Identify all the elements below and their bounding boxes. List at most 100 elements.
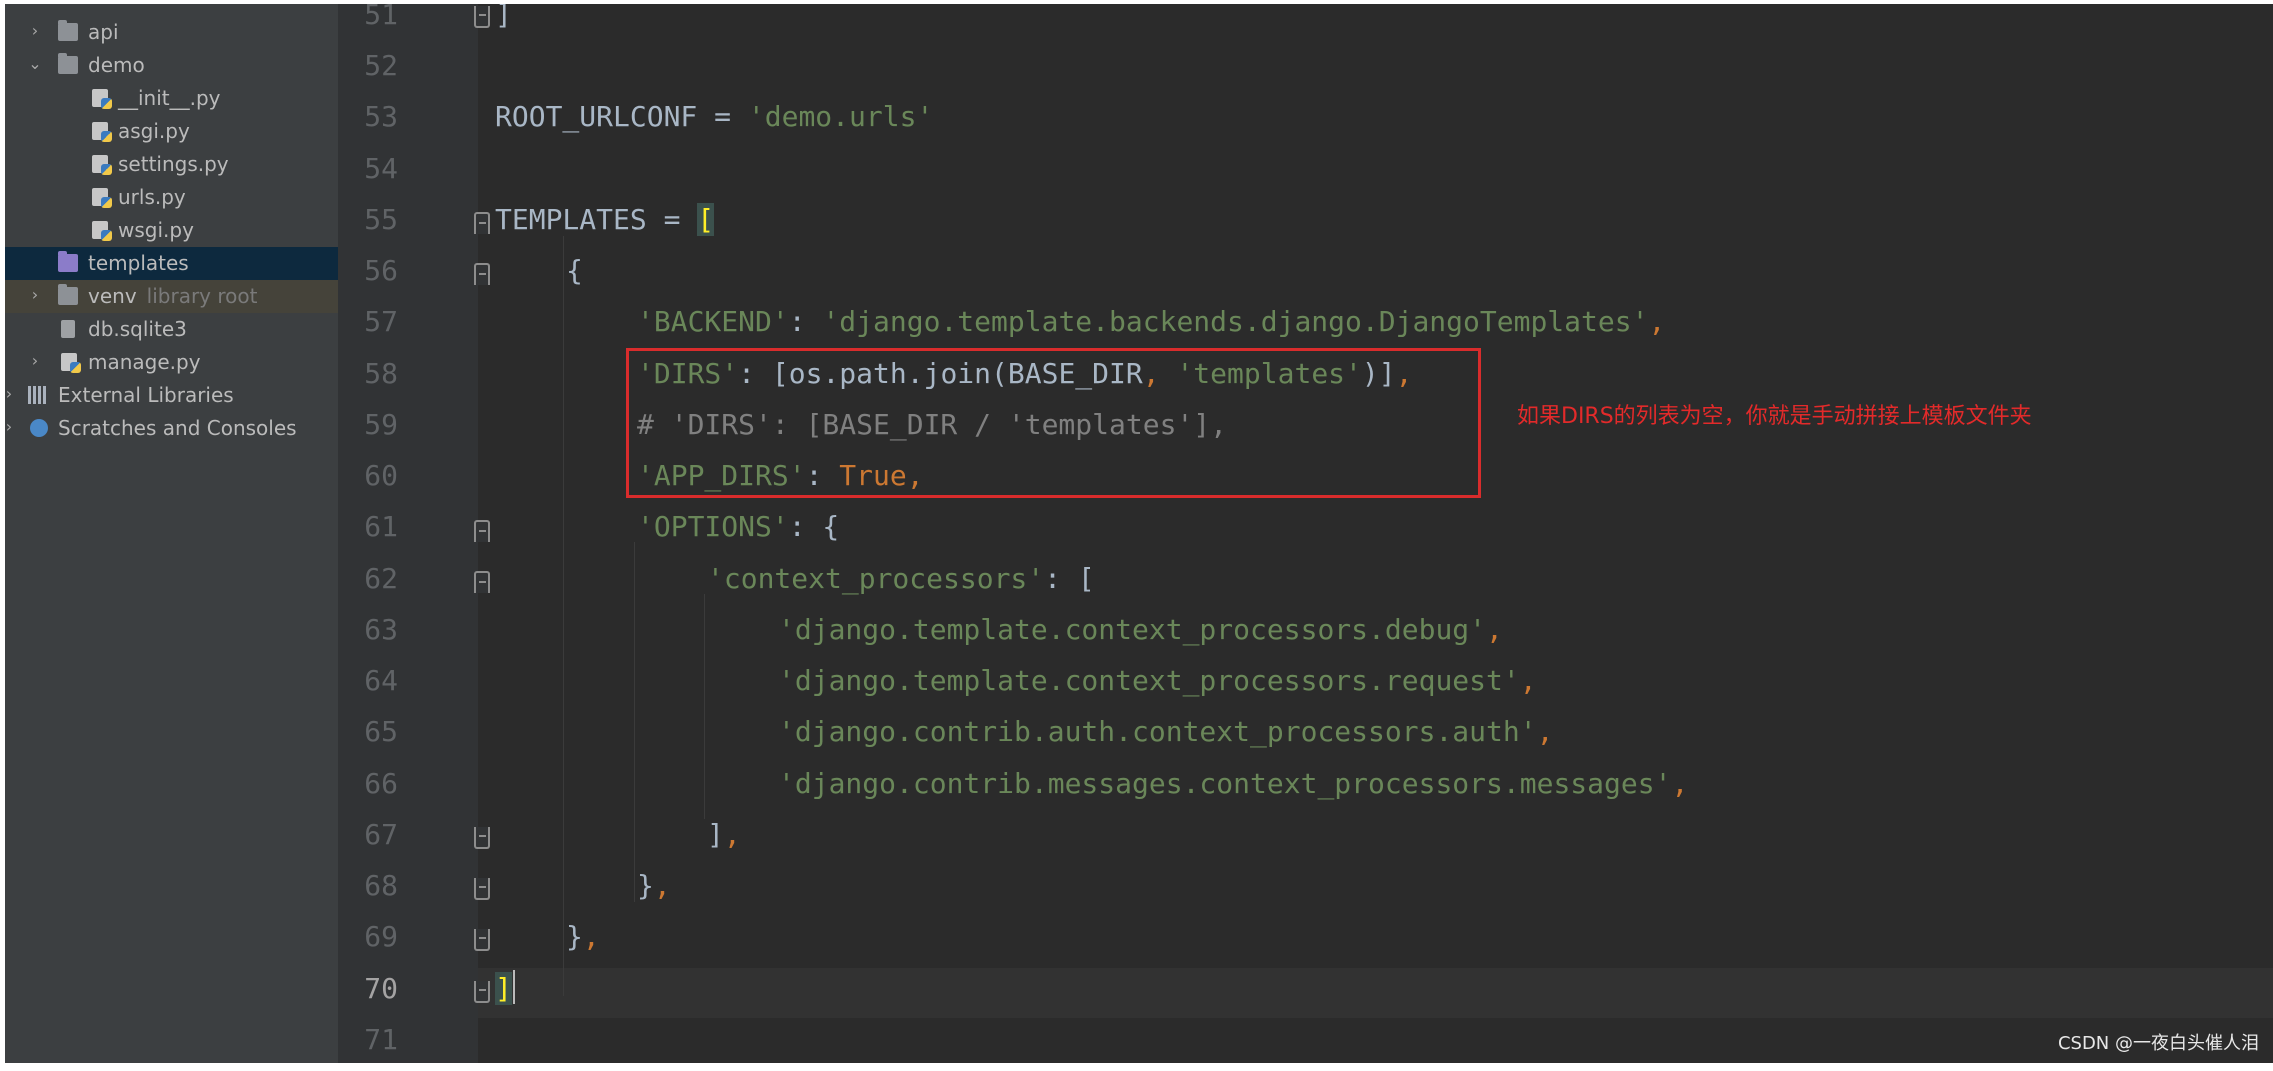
comma: , bbox=[1536, 715, 1554, 748]
code-line-53[interactable]: ROOT_URLCONF = 'demo.urls' bbox=[495, 97, 933, 137]
line-number: 57 bbox=[364, 305, 398, 338]
tree-item-label: urls.py bbox=[118, 185, 186, 209]
tree-item-wsgi-py[interactable]: wsgi.py bbox=[5, 214, 338, 247]
line-number: 69 bbox=[364, 920, 398, 953]
code-line-55[interactable]: TEMPLATES = [ bbox=[495, 200, 715, 240]
chevron-right-icon[interactable]: › bbox=[25, 20, 45, 42]
tree-item-api[interactable]: › api bbox=[5, 16, 338, 49]
tree-item-urls-py[interactable]: urls.py bbox=[5, 181, 338, 214]
tree-item-demo[interactable]: ⌄ demo bbox=[5, 49, 338, 82]
tree-item-db-sqlite3[interactable]: db.sqlite3 bbox=[5, 313, 338, 346]
tree-item-settings-py[interactable]: settings.py bbox=[5, 148, 338, 181]
code-line-66[interactable]: 'django.contrib.messages.context_process… bbox=[778, 764, 1688, 804]
project-tree-panel[interactable]: › api ⌄ demo __init__.py asgi.py setting… bbox=[5, 4, 338, 1063]
comma: , bbox=[653, 869, 671, 902]
code-line-64[interactable]: 'django.template.context_processors.requ… bbox=[778, 661, 1537, 701]
chevron-right-icon[interactable]: › bbox=[5, 416, 19, 438]
indent-guide bbox=[563, 236, 564, 996]
code-line-51[interactable]: ] bbox=[495, 4, 512, 35]
code-line-68[interactable]: }, bbox=[637, 866, 671, 906]
line-number: 67 bbox=[364, 818, 398, 851]
tree-item-asgi-py[interactable]: asgi.py bbox=[5, 115, 338, 148]
fold-marker-icon[interactable] bbox=[474, 520, 490, 542]
tree-item-scratches[interactable]: › Scratches and Consoles bbox=[5, 412, 338, 445]
code-line-62[interactable]: 'context_processors': [ bbox=[707, 559, 1095, 599]
indent-guide bbox=[704, 594, 705, 819]
tree-item-label: settings.py bbox=[118, 152, 229, 176]
tree-item-label: api bbox=[88, 20, 119, 44]
folder-icon bbox=[58, 53, 78, 74]
line-number: 64 bbox=[364, 664, 398, 697]
string-literal: 'django.contrib.auth.context_processors.… bbox=[778, 715, 1537, 748]
comma: , bbox=[723, 818, 741, 851]
line-number: 58 bbox=[364, 357, 398, 390]
matched-bracket: [ bbox=[697, 203, 715, 236]
venv-label: venv bbox=[88, 284, 137, 308]
text-caret bbox=[512, 970, 515, 1004]
code-line-56[interactable]: { bbox=[566, 251, 583, 291]
tree-item-init-py[interactable]: __init__.py bbox=[5, 82, 338, 115]
tree-item-templates[interactable]: templates bbox=[5, 247, 338, 280]
watermark: CSDN @一夜白头催人泪 bbox=[2057, 1033, 2259, 1054]
scratches-icon bbox=[30, 419, 48, 437]
comma: , bbox=[582, 920, 600, 953]
line-number: 63 bbox=[364, 613, 398, 646]
variable-name: ROOT_URLCONF = bbox=[495, 100, 748, 133]
code-line-57[interactable]: 'BACKEND': 'django.template.backends.dja… bbox=[637, 302, 1665, 342]
comma: , bbox=[1671, 767, 1689, 800]
python-file-icon bbox=[92, 89, 112, 109]
fold-marker-icon[interactable] bbox=[474, 827, 490, 849]
fold-marker-icon[interactable] bbox=[474, 212, 490, 234]
code-line-70[interactable]: ] bbox=[495, 969, 515, 1009]
string-literal: 'django.template.backends.django.DjangoT… bbox=[822, 305, 1649, 338]
line-number-gutter[interactable]: 51 52 53 54 55 56 57 58 59 60 61 62 63 6… bbox=[338, 4, 478, 1063]
tree-item-external-libraries[interactable]: › External Libraries bbox=[5, 379, 338, 412]
code-line-61[interactable]: 'OPTIONS': { bbox=[637, 507, 839, 547]
line-number: 68 bbox=[364, 869, 398, 902]
fold-marker-icon[interactable] bbox=[474, 571, 490, 593]
current-line-highlight bbox=[478, 968, 2273, 1018]
string-literal: 'django.template.context_processors.debu… bbox=[778, 613, 1487, 646]
fold-marker-icon[interactable] bbox=[474, 263, 490, 285]
code-line-67[interactable]: ], bbox=[707, 815, 741, 855]
close-brace: } bbox=[566, 920, 583, 953]
colon-brace: : { bbox=[788, 510, 840, 543]
chevron-right-icon[interactable]: › bbox=[25, 350, 45, 372]
string-literal: 'django.contrib.messages.context_process… bbox=[778, 767, 1672, 800]
line-number: 66 bbox=[364, 767, 398, 800]
chevron-right-icon[interactable]: › bbox=[5, 383, 19, 405]
dict-key: 'BACKEND' bbox=[637, 305, 789, 338]
variable-name: TEMPLATES = bbox=[495, 203, 698, 236]
line-number: 59 bbox=[364, 408, 398, 441]
python-file-icon bbox=[92, 221, 112, 241]
fold-marker-icon[interactable] bbox=[474, 929, 490, 951]
close-bracket: ] bbox=[707, 818, 724, 851]
folder-icon bbox=[58, 284, 78, 305]
fold-marker-icon[interactable] bbox=[474, 6, 490, 28]
comma: , bbox=[1648, 305, 1666, 338]
tree-item-label: __init__.py bbox=[118, 86, 221, 110]
chevron-down-icon[interactable]: ⌄ bbox=[25, 53, 45, 75]
code-editor[interactable]: 51 52 53 54 55 56 57 58 59 60 61 62 63 6… bbox=[338, 4, 2273, 1063]
dict-key: 'context_processors' bbox=[707, 562, 1045, 595]
code-line-69[interactable]: }, bbox=[566, 917, 600, 957]
library-icon bbox=[28, 386, 48, 404]
fold-marker-icon[interactable] bbox=[474, 981, 490, 1003]
open-brace: { bbox=[566, 254, 583, 287]
line-number: 71 bbox=[364, 1023, 398, 1056]
tree-item-label: asgi.py bbox=[118, 119, 190, 143]
fold-marker-icon[interactable] bbox=[474, 878, 490, 900]
comma: , bbox=[1486, 613, 1503, 646]
line-number: 65 bbox=[364, 715, 398, 748]
tree-item-label: External Libraries bbox=[58, 383, 234, 407]
python-file-icon bbox=[92, 188, 112, 208]
code-line-63[interactable]: 'django.template.context_processors.debu… bbox=[778, 610, 1503, 650]
indent-guide bbox=[634, 542, 635, 902]
close-bracket: ] bbox=[495, 4, 512, 31]
matched-bracket: ] bbox=[495, 972, 512, 1005]
line-number: 62 bbox=[364, 562, 398, 595]
tree-item-venv[interactable]: › venv library root bbox=[5, 280, 338, 313]
chevron-right-icon[interactable]: › bbox=[25, 284, 45, 306]
code-line-65[interactable]: 'django.contrib.auth.context_processors.… bbox=[778, 712, 1553, 752]
tree-item-manage-py[interactable]: › manage.py bbox=[5, 346, 338, 379]
